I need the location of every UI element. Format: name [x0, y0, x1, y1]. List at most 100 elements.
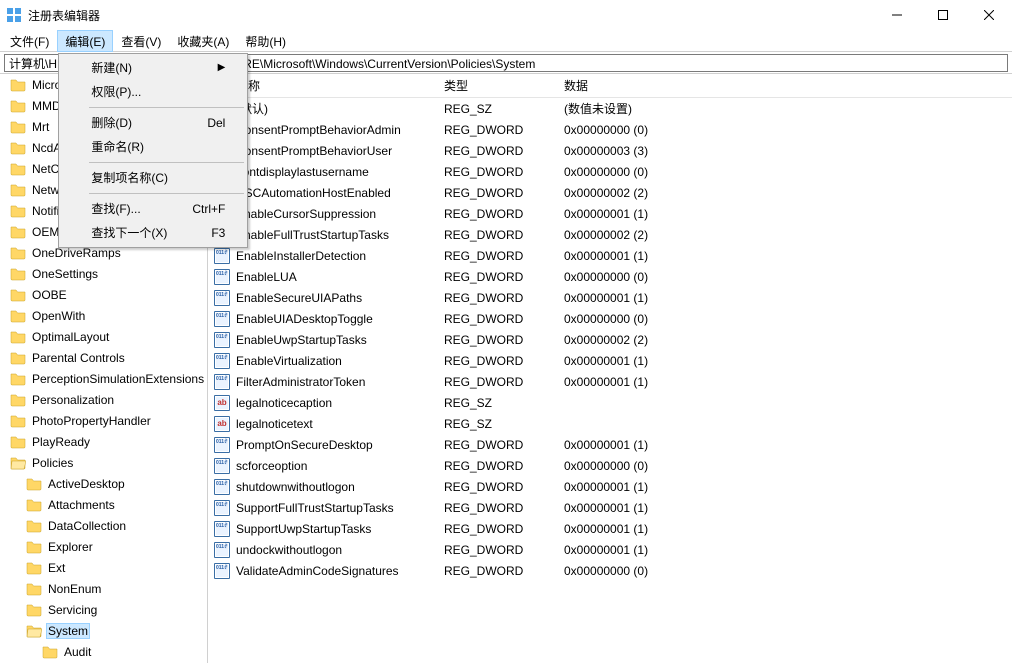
list-row[interactable]: legalnoticetextREG_SZ	[208, 413, 1012, 434]
tree-node[interactable]: System	[0, 620, 208, 641]
list-row[interactable]: SupportUwpStartupTasksREG_DWORD0x0000000…	[208, 518, 1012, 539]
list-row[interactable]: undockwithoutlogonREG_DWORD0x00000001 (1…	[208, 539, 1012, 560]
value-name: EnableFullTrustStartupTasks	[236, 228, 389, 242]
list-row[interactable]: EnableFullTrustStartupTasksREG_DWORD0x00…	[208, 224, 1012, 245]
list-row[interactable]: EnableCursorSuppressionREG_DWORD0x000000…	[208, 203, 1012, 224]
tree-node[interactable]: PlayReady	[0, 431, 208, 452]
value-name: legalnoticecaption	[236, 396, 332, 410]
tree-node[interactable]: Servicing	[0, 599, 208, 620]
list-row[interactable]: ConsentPromptBehaviorUserREG_DWORD0x0000…	[208, 140, 1012, 161]
list-row[interactable]: FilterAdministratorTokenREG_DWORD0x00000…	[208, 371, 1012, 392]
list-row[interactable]: EnableLUAREG_DWORD0x00000000 (0)	[208, 266, 1012, 287]
value-data: 0x00000001 (1)	[558, 522, 1012, 536]
list-row[interactable]: DSCAutomationHostEnabledREG_DWORD0x00000…	[208, 182, 1012, 203]
list-row[interactable]: scforceoptionREG_DWORD0x00000000 (0)	[208, 455, 1012, 476]
value-name: shutdownwithoutlogon	[236, 480, 355, 494]
value-name: DSCAutomationHostEnabled	[236, 186, 391, 200]
folder-icon	[10, 371, 26, 387]
menu-dropdown-label: 新建(N)	[91, 59, 132, 77]
menu-separator	[89, 162, 244, 163]
value-type: REG_DWORD	[438, 501, 558, 515]
menu-dropdown-item-6[interactable]: 复制项名称(C)	[61, 166, 245, 190]
value-type: REG_DWORD	[438, 291, 558, 305]
value-type: REG_DWORD	[438, 459, 558, 473]
tree-node-label: ActiveDesktop	[46, 476, 127, 492]
menu-dropdown-item-1[interactable]: 权限(P)...	[61, 80, 245, 104]
list-row[interactable]: PromptOnSecureDesktopREG_DWORD0x00000001…	[208, 434, 1012, 455]
folder-icon	[10, 119, 26, 135]
list-row[interactable]: (默认)REG_SZ(数值未设置)	[208, 98, 1012, 119]
maximize-button[interactable]	[920, 0, 966, 30]
menu-dropdown-item-0[interactable]: 新建(N)▶	[61, 56, 245, 80]
tree-node[interactable]: Audit	[0, 641, 208, 662]
close-button[interactable]	[966, 0, 1012, 30]
window-title: 注册表编辑器	[28, 7, 874, 24]
tree-node[interactable]: OptimalLayout	[0, 326, 208, 347]
folder-icon	[26, 518, 42, 534]
value-type: REG_DWORD	[438, 438, 558, 452]
list-row[interactable]: dontdisplaylastusernameREG_DWORD0x000000…	[208, 161, 1012, 182]
col-header-type[interactable]: 类型	[438, 74, 558, 97]
tree-node[interactable]: OpenWith	[0, 305, 208, 326]
list-row[interactable]: EnableVirtualizationREG_DWORD0x00000001 …	[208, 350, 1012, 371]
list-row[interactable]: shutdownwithoutlogonREG_DWORD0x00000001 …	[208, 476, 1012, 497]
value-data: 0x00000001 (1)	[558, 354, 1012, 368]
menu-dropdown-item-4[interactable]: 重命名(R)	[61, 135, 245, 159]
tree-node[interactable]: Explorer	[0, 536, 208, 557]
tree-node[interactable]: Policies	[0, 452, 208, 473]
list-row[interactable]: EnableSecureUIAPathsREG_DWORD0x00000001 …	[208, 287, 1012, 308]
folder-icon	[10, 161, 26, 177]
tree-node[interactable]: OOBE	[0, 284, 208, 305]
value-data: 0x00000002 (2)	[558, 333, 1012, 347]
menu-dropdown-item-8[interactable]: 查找(F)...Ctrl+F	[61, 197, 245, 221]
list-pane[interactable]: 名称 类型 数据 (默认)REG_SZ(数值未设置)ConsentPromptB…	[208, 74, 1012, 663]
dword-value-icon	[214, 332, 230, 348]
folder-icon	[26, 560, 42, 576]
tree-node[interactable]: DataCollection	[0, 515, 208, 536]
list-row[interactable]: ValidateAdminCodeSignaturesREG_DWORD0x00…	[208, 560, 1012, 581]
string-value-icon	[214, 395, 230, 411]
menu-item-3[interactable]: 收藏夹(A)	[169, 30, 237, 52]
list-row[interactable]: ConsentPromptBehaviorAdminREG_DWORD0x000…	[208, 119, 1012, 140]
folder-icon	[10, 392, 26, 408]
value-data: 0x00000000 (0)	[558, 312, 1012, 326]
dword-value-icon	[214, 437, 230, 453]
tree-node[interactable]: PerceptionSimulationExtensions	[0, 368, 208, 389]
menu-dropdown-item-3[interactable]: 删除(D)Del	[61, 111, 245, 135]
tree-node[interactable]: NonEnum	[0, 578, 208, 599]
menu-dropdown-item-9[interactable]: 查找下一个(X)F3	[61, 221, 245, 245]
value-data: 0x00000000 (0)	[558, 165, 1012, 179]
tree-node[interactable]: Personalization	[0, 389, 208, 410]
value-name: EnableUIADesktopToggle	[236, 312, 373, 326]
list-row[interactable]: SupportFullTrustStartupTasksREG_DWORD0x0…	[208, 497, 1012, 518]
dword-value-icon	[214, 542, 230, 558]
list-row[interactable]: EnableUIADesktopToggleREG_DWORD0x0000000…	[208, 308, 1012, 329]
list-row[interactable]: EnableInstallerDetectionREG_DWORD0x00000…	[208, 245, 1012, 266]
tree-node[interactable]: PhotoPropertyHandler	[0, 410, 208, 431]
value-name: legalnoticetext	[236, 417, 313, 431]
tree-node[interactable]: OneSettings	[0, 263, 208, 284]
folder-icon	[26, 602, 42, 618]
menu-item-0[interactable]: 文件(F)	[2, 30, 57, 52]
value-name: EnableVirtualization	[236, 354, 342, 368]
list-row[interactable]: EnableUwpStartupTasksREG_DWORD0x00000002…	[208, 329, 1012, 350]
value-type: REG_DWORD	[438, 375, 558, 389]
minimize-button[interactable]	[874, 0, 920, 30]
tree-node[interactable]: Parental Controls	[0, 347, 208, 368]
tree-node[interactable]: Ext	[0, 557, 208, 578]
value-data: 0x00000000 (0)	[558, 564, 1012, 578]
value-type: REG_DWORD	[438, 207, 558, 221]
menu-dropdown-label: 删除(D)	[91, 114, 132, 132]
tree-node[interactable]: Attachments	[0, 494, 208, 515]
list-row[interactable]: legalnoticecaptionREG_SZ	[208, 392, 1012, 413]
folder-icon	[10, 182, 26, 198]
menu-item-1[interactable]: 编辑(E)新建(N)▶权限(P)...删除(D)Del重命名(R)复制项名称(C…	[57, 30, 113, 52]
menu-item-4[interactable]: 帮助(H)	[237, 30, 294, 52]
folder-icon	[42, 644, 58, 660]
tree-node[interactable]: ActiveDesktop	[0, 473, 208, 494]
menu-item-2[interactable]: 查看(V)	[113, 30, 169, 52]
dword-value-icon	[214, 290, 230, 306]
col-header-data[interactable]: 数据	[558, 74, 1012, 97]
tree-node-label: PhotoPropertyHandler	[30, 413, 153, 429]
folder-icon	[10, 434, 26, 450]
